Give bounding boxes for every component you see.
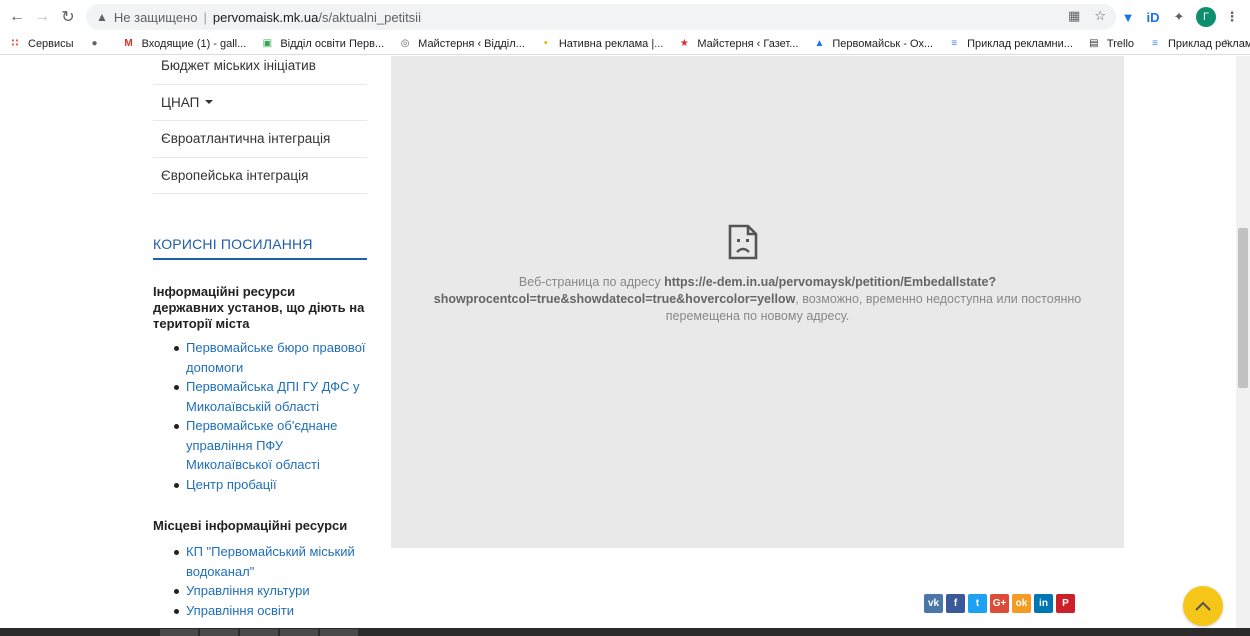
chevron-up-icon xyxy=(1195,601,1211,611)
page-content: Бюджет міських ініціатив ЦНАП Євроатлант… xyxy=(0,56,1236,628)
kebab-menu-icon[interactable]: ⋮ xyxy=(1222,7,1242,27)
caret-down-icon xyxy=(205,100,214,105)
warning-icon: ▲ xyxy=(96,10,108,24)
bookmark-item[interactable]: ▤ Trello xyxy=(1087,37,1134,51)
bookmarks-bar: ∷ Сервисы ● M Входящие (1) - gall... ▣ Відділ … xyxy=(0,33,1250,55)
docs-icon: ≡ xyxy=(951,38,958,49)
resource-link[interactable]: КП "Первомайський міський водоканал" xyxy=(170,542,370,581)
taskbar-item[interactable] xyxy=(280,629,318,636)
taskbar-item[interactable] xyxy=(320,629,358,636)
bookmark-item[interactable]: • Нативна реклама |... xyxy=(539,37,664,51)
googleplus-icon[interactable]: G+ xyxy=(990,594,1009,613)
profile-avatar[interactable]: Г xyxy=(1196,7,1216,27)
embedded-frame: Веб-страница по адресу https://e-dem.in.… xyxy=(391,56,1124,548)
error-prefix: Веб-страница по адресу xyxy=(518,275,665,289)
bookmark-label: Сервисы xyxy=(28,37,74,50)
menu-item-label: Євроатлантична інтеграція xyxy=(161,131,331,147)
menu-item-label: ЦНАП xyxy=(161,94,200,110)
bookmark-item[interactable]: ∷ Сервисы xyxy=(8,37,74,51)
social-share-bar: vk f t G+ ok in P xyxy=(924,594,1075,613)
page-scrollbar[interactable] xyxy=(1236,56,1250,628)
browser-toolbar: ← → ↻ ▲ Не защищено | pervomaisk.mk.ua/s… xyxy=(0,0,1250,33)
bookmark-star-icon[interactable]: ☆ xyxy=(1094,8,1106,24)
local-resources-heading: Місцеві інформаційні ресурси xyxy=(153,518,348,533)
docs-icon: ≡ xyxy=(1152,38,1158,49)
shield-extension-icon[interactable]: ▼ xyxy=(1118,7,1138,27)
vk-icon[interactable]: vk xyxy=(924,594,943,613)
bookmark-item[interactable]: ≡ Приклад рекламни... xyxy=(1148,37,1250,51)
bookmark-item[interactable]: ▲ Первомайськ - Ох... xyxy=(812,37,933,51)
menu-item-euroatlantic[interactable]: Євроатлантична інтеграція xyxy=(153,121,367,158)
gmail-icon: M xyxy=(124,38,133,49)
menu-item-european[interactable]: Європейська інтеграція xyxy=(153,158,367,194)
url-host: pervomaisk.mk.ua xyxy=(212,9,319,25)
star-logo-icon: ★ xyxy=(679,38,689,49)
insecure-label: Не защищено xyxy=(113,9,198,25)
pinterest-icon[interactable]: P xyxy=(1056,594,1075,613)
bookmark-label: Входящие (1) - gall... xyxy=(141,37,247,50)
edu-icon: ▣ xyxy=(262,38,273,49)
trello-icon: ▤ xyxy=(1089,38,1099,49)
resource-link[interactable]: Первомайське бюро правової допомоги xyxy=(170,338,370,377)
wordpress-icon: ◎ xyxy=(400,38,410,49)
bookmark-label: Приклад рекламни... xyxy=(967,37,1073,50)
bookmark-item[interactable]: ● xyxy=(88,37,108,51)
menu-item-label: Бюджет міських ініціатив xyxy=(161,58,316,74)
menu-item-label: Європейська інтеграція xyxy=(161,167,309,183)
facebook-icon[interactable]: f xyxy=(946,594,965,613)
url-path: /s/aktualni_petitsii xyxy=(318,9,421,25)
bookmark-label: Майстерня ‹ Газет... xyxy=(697,37,799,50)
apps-grid-icon: ∷ xyxy=(11,38,19,49)
useful-links-title: КОРИСНІ ПОСИЛАННЯ xyxy=(153,236,367,260)
sad-page-icon xyxy=(728,224,758,260)
resource-link[interactable]: Управління культури xyxy=(170,581,370,601)
resource-link[interactable]: Первомайська ДПІ ГУ ДФС у Миколаївській … xyxy=(170,377,370,416)
resource-link[interactable]: Первомайське об'єднане управління ПФУ Ми… xyxy=(170,416,370,475)
separator: | xyxy=(203,9,207,25)
error-message: Веб-страница по адресу https://e-dem.in.… xyxy=(397,274,1118,325)
translate-icon[interactable]: ▦ xyxy=(1068,8,1080,24)
odnoklassniki-icon[interactable]: ok xyxy=(1012,594,1031,613)
address-bar[interactable]: ▲ Не защищено | pervomaisk.mk.ua/s/aktua… xyxy=(86,4,1116,30)
twitter-icon[interactable]: t xyxy=(968,594,987,613)
globe-icon: ● xyxy=(91,38,98,49)
state-resources-heading: Інформаційні ресурси державних установ, … xyxy=(153,284,365,331)
scrollbar-thumb[interactable] xyxy=(1238,228,1248,388)
bookmark-item[interactable]: ◎ Майстерня ‹ Відділ... xyxy=(398,37,525,51)
id-extension-icon[interactable]: iD xyxy=(1143,7,1163,27)
bookmark-item[interactable]: ★ Майстерня ‹ Газет... xyxy=(677,37,798,51)
back-icon[interactable]: ← xyxy=(6,6,28,28)
menu-item-budget[interactable]: Бюджет міських ініціатив xyxy=(153,56,367,85)
forward-icon[interactable]: → xyxy=(31,6,53,28)
menu-item-cnap[interactable]: ЦНАП xyxy=(153,85,367,121)
drive-icon: ▲ xyxy=(814,38,825,49)
extensions-puzzle-icon[interactable]: ✦ xyxy=(1169,7,1189,27)
taskbar-item[interactable] xyxy=(240,629,278,636)
bookmark-item[interactable]: ≡ Приклад рекламни... xyxy=(947,37,1073,51)
bookmark-label: Майстерня ‹ Відділ... xyxy=(418,37,525,50)
scroll-to-top-button[interactable] xyxy=(1183,586,1223,626)
side-menu: Бюджет міських ініціатив ЦНАП Євроатлант… xyxy=(153,56,367,194)
taskbar-item[interactable] xyxy=(200,629,238,636)
bookmark-label: Первомайськ - Ох... xyxy=(832,37,934,50)
resource-link[interactable]: Центр пробації xyxy=(170,475,370,495)
bookmark-label: Відділ освіти Перв... xyxy=(280,37,385,50)
reload-icon[interactable]: ↻ xyxy=(57,6,79,28)
state-resources-list: Первомайське бюро правової допомоги Перво… xyxy=(170,338,370,494)
local-resources-list: КП "Первомайський міський водоканал" Упра… xyxy=(170,542,370,620)
bookmark-item[interactable]: M Входящие (1) - gall... xyxy=(122,37,247,51)
os-taskbar xyxy=(0,628,1250,636)
bookmark-label: Нативна реклама |... xyxy=(558,37,664,50)
bulb-icon: • xyxy=(544,38,548,49)
resource-link[interactable]: Управління освіти xyxy=(170,601,370,621)
linkedin-icon[interactable]: in xyxy=(1034,594,1053,613)
bookmark-label: Trello xyxy=(1106,37,1135,50)
taskbar-item[interactable] xyxy=(160,629,198,636)
bookmark-item[interactable]: ▣ Відділ освіти Перв... xyxy=(260,37,385,51)
bookmarks-overflow-button[interactable]: » xyxy=(1224,36,1230,48)
bookmark-label: Приклад рекламни... xyxy=(1168,37,1250,50)
